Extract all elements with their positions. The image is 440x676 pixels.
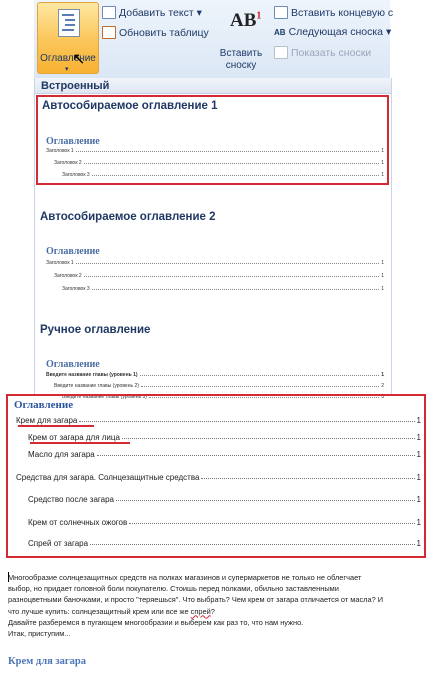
manual-toc-title: Ручное оглавление [40, 324, 151, 336]
chevron-down-icon: ▾ [65, 66, 69, 73]
preview-row: Заголовок 11 [46, 148, 384, 154]
red-underline [30, 442, 130, 444]
endnote-icon [274, 6, 288, 19]
red-underline [18, 425, 94, 427]
body-line: Давайте разберемся в пугающем многообраз… [8, 617, 304, 627]
next-footnote-icon: AB [274, 27, 286, 37]
insert-endnote-button[interactable]: Вставить концевую с [274, 6, 393, 19]
generated-toc: Оглавление Крем для загара 1 Крем от зага… [6, 394, 426, 558]
auto-toc-1-title: Автособираемое оглавление 1 [42, 100, 218, 112]
toc-gallery-dropdown: Встроенный Автособираемое оглавление 1 О… [34, 78, 392, 400]
add-text-icon [102, 6, 116, 19]
update-table-label: Обновить таблицу [119, 26, 209, 39]
body-line: Итак, приступим... [8, 629, 71, 639]
show-notes-icon [274, 46, 288, 59]
toc-entry[interactable]: Масло для загара 1 [28, 446, 421, 459]
toc-document-icon [58, 9, 80, 37]
insert-endnote-label: Вставить концевую с [291, 6, 394, 19]
toc-entry[interactable]: Средство после загара 1 [28, 491, 421, 504]
mouse-cursor-icon: ↖ [72, 51, 86, 68]
toc-entry[interactable]: Крем от загара для лица 1 [28, 429, 421, 442]
references-ribbon: Оглавление ▾ ↖ Добавить текст ▾ Обновить… [34, 0, 393, 79]
gallery-header: Встроенный [35, 78, 391, 94]
insert-footnote-label-1: Вставить [219, 48, 263, 59]
ab-text: AB [230, 10, 257, 31]
chevron-down-icon: ▾ [196, 6, 202, 19]
toc-entry[interactable]: Средства для загара. Солнцезащитные сред… [16, 469, 421, 482]
refresh-icon [102, 26, 116, 39]
preview-row: Заголовок 31 [62, 286, 384, 292]
toc-entry[interactable]: Крем от солнечных ожогов 1 [28, 514, 421, 527]
next-footnote-button[interactable]: AB Следующая сноска ▾ [274, 26, 391, 38]
preview-row: Заголовок 11 [46, 260, 384, 266]
ab-superscript: 1 [256, 10, 262, 22]
insert-footnote-button[interactable]: Вставить сноску [216, 48, 266, 72]
preview-row: Введите название главы (уровень 1) 1 [46, 372, 384, 378]
manual-toc-option[interactable]: Ручное оглавление Оглавление Введите наз… [36, 321, 389, 400]
body-line: что лучше купить: солнцезащитный крем ил… [8, 606, 215, 616]
body-line: выбор, но придает головной боли покупате… [8, 584, 339, 594]
next-footnote-label: Следующая сноска [288, 26, 384, 38]
table-of-contents-button[interactable]: Оглавление ▾ ↖ [37, 2, 99, 74]
toc-entry[interactable]: Спрей от загара 1 [28, 535, 421, 548]
spellcheck-word: спрей [190, 606, 211, 616]
insert-footnote-label-2: сноску [225, 60, 257, 71]
auto-toc-2-title: Автособираемое оглавление 2 [40, 211, 216, 223]
preview-row: Введите название главы (уровень 2) 2 [54, 383, 384, 389]
show-notes-label: Показать сноски [291, 46, 372, 59]
auto-toc-1-option[interactable]: Автособираемое оглавление 1 Оглавление З… [36, 95, 389, 185]
toc-title: Оглавление [14, 399, 74, 411]
add-text-label: Добавить текст [119, 6, 194, 19]
add-text-button[interactable]: Добавить текст ▾ [102, 6, 202, 19]
update-table-button[interactable]: Обновить таблицу [102, 26, 209, 39]
footnote-ab1-icon[interactable]: AB1 [230, 10, 261, 32]
preview-row: Заголовок 21 [54, 273, 384, 279]
preview-row: Заголовок 21 [54, 160, 384, 166]
section-heading: Крем для загара [8, 656, 86, 667]
chevron-down-icon: ▾ [386, 26, 392, 38]
preview-heading: Оглавление [46, 246, 100, 257]
toc-button-label: Оглавление [40, 53, 96, 64]
document-body[interactable]: Многообразие солнцезащитных средств на п… [8, 572, 433, 639]
body-line: Многообразие солнцезащитных средств на п… [8, 573, 362, 582]
toc-entry[interactable]: Крем для загара 1 [16, 412, 421, 425]
show-notes-button: Показать сноски [274, 46, 371, 59]
body-line: разноцветными баночками, и просто "теряе… [8, 595, 384, 605]
preview-row: Заголовок 31 [62, 172, 384, 178]
auto-toc-2-option[interactable]: Автособираемое оглавление 2 Оглавление З… [36, 208, 389, 298]
